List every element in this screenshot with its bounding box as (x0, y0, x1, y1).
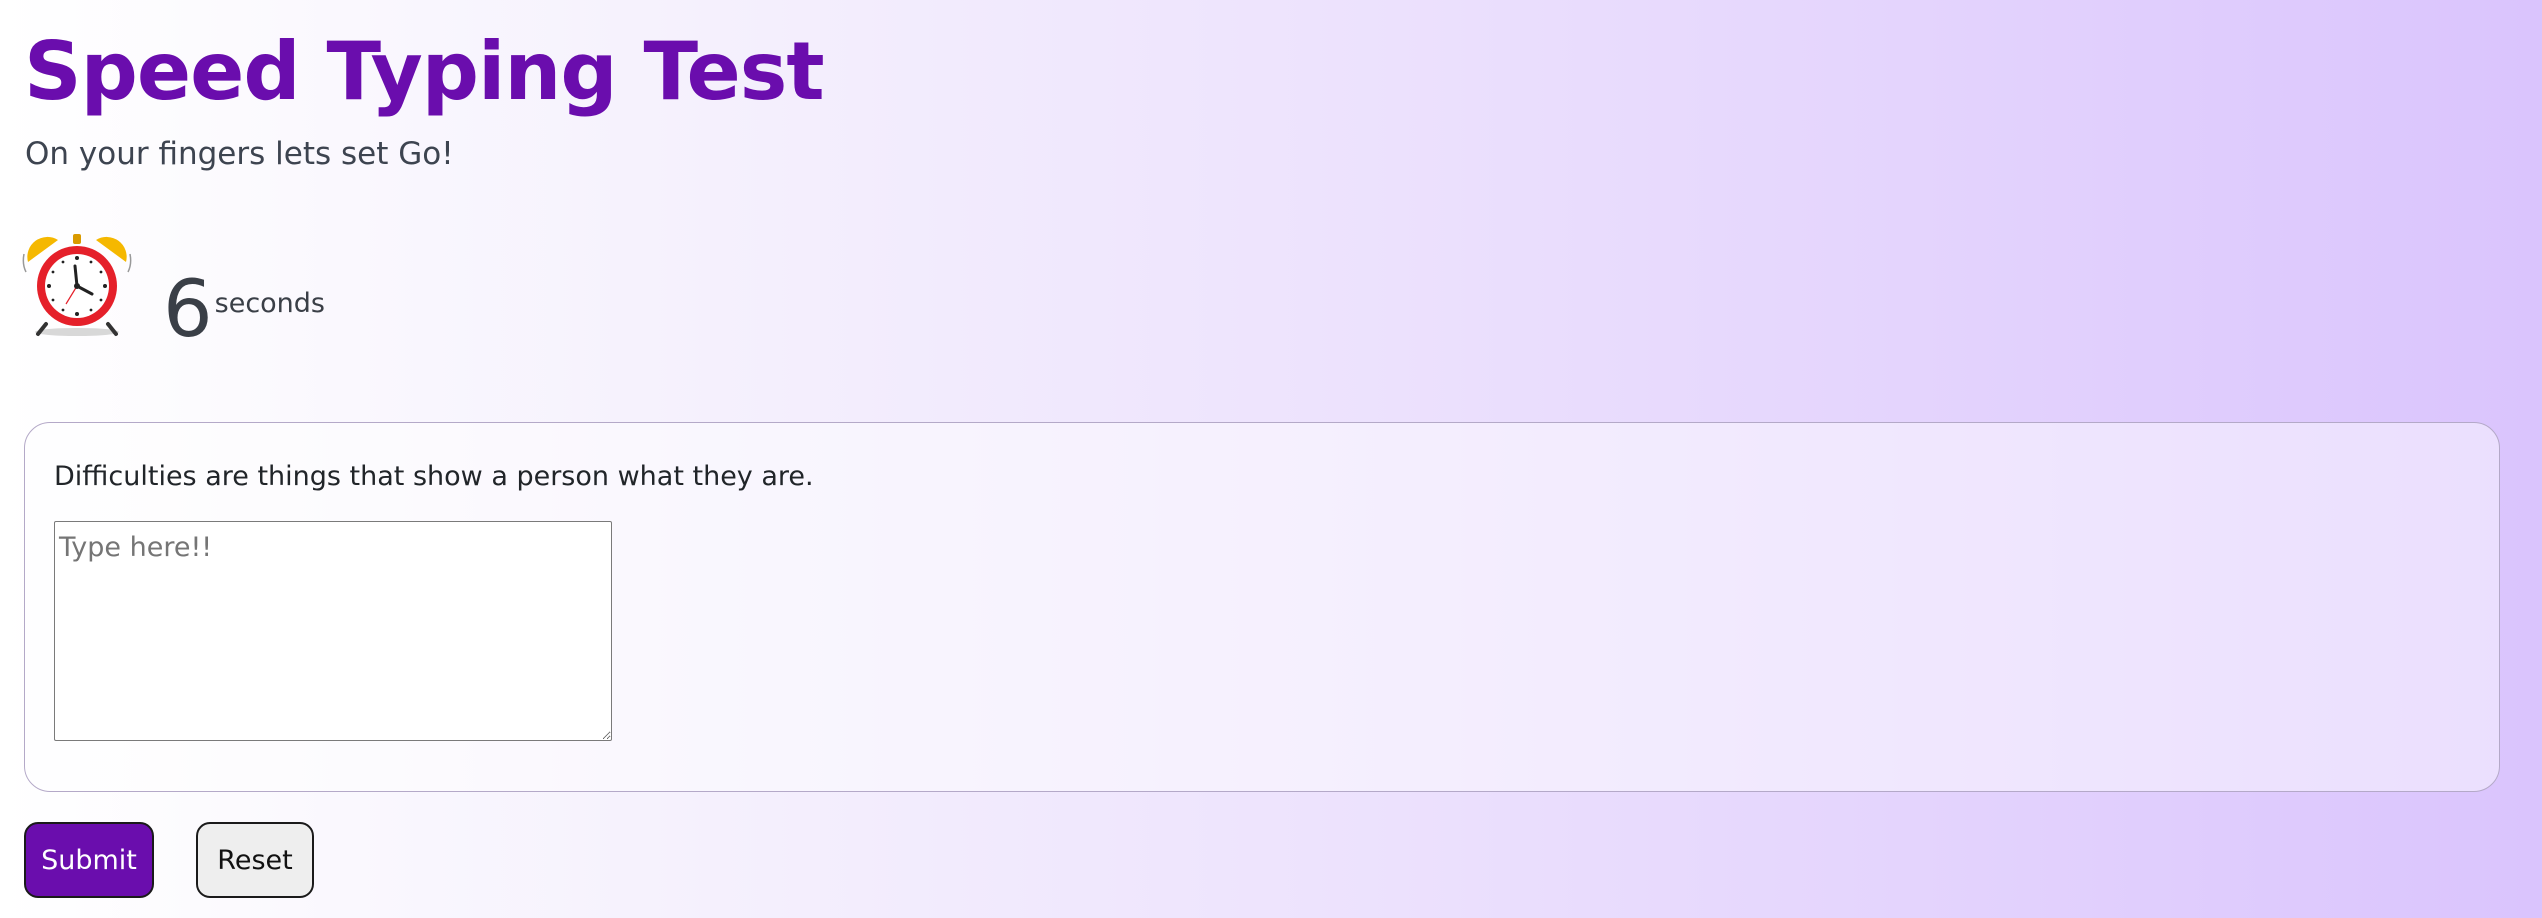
typing-input[interactable] (54, 521, 612, 741)
reset-button[interactable]: Reset (196, 822, 314, 898)
timer-display: 6seconds (163, 262, 325, 358)
quote-card: Difficulties are things that show a pers… (24, 422, 2500, 792)
page-subtitle: On your fingers lets set Go! (25, 136, 454, 172)
submit-button[interactable]: Submit (24, 822, 154, 898)
timer-unit: seconds (214, 288, 326, 319)
quote-text: Difficulties are things that show a pers… (54, 461, 814, 492)
page-title: Speed Typing Test (24, 25, 825, 118)
alarm-clock-icon (22, 234, 132, 336)
timer-value: 6 (163, 265, 213, 355)
